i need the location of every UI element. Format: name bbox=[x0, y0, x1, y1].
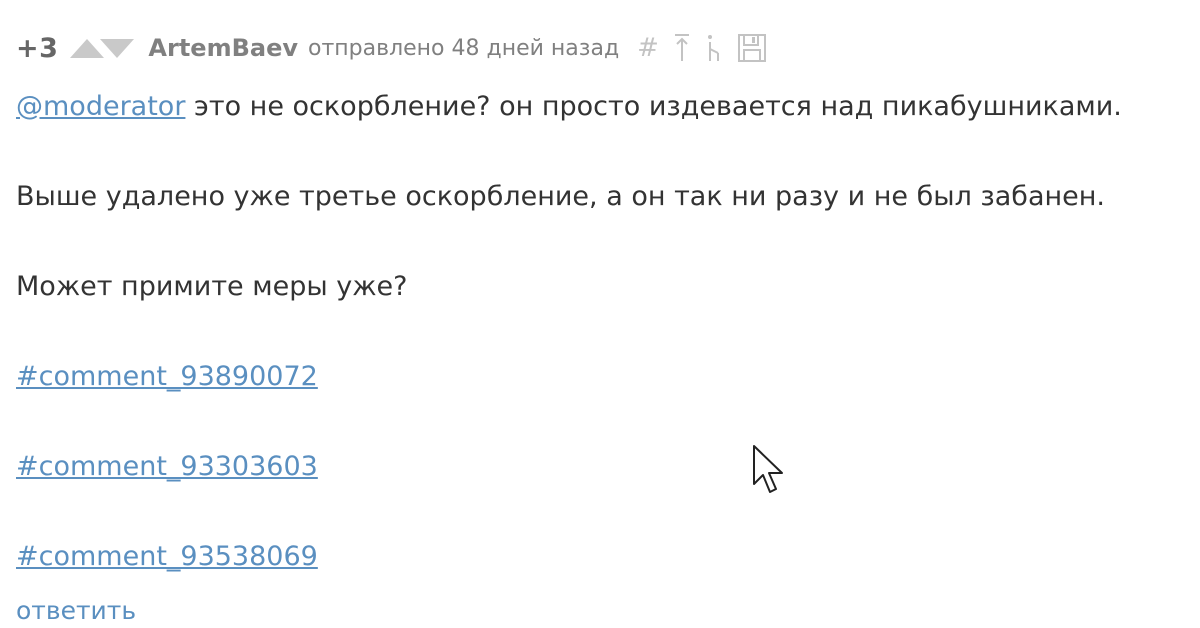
tree-icon[interactable] bbox=[705, 33, 723, 63]
mention-link[interactable]: @moderator bbox=[16, 91, 185, 122]
mouse-cursor-icon bbox=[753, 445, 783, 493]
arrow-up-icon[interactable] bbox=[673, 33, 691, 63]
comment-paragraph: Может примите меры уже? bbox=[16, 271, 408, 302]
comment-text: это не оскорбление? он просто издевается… bbox=[185, 91, 1122, 122]
comment-link[interactable]: #comment_93538069 bbox=[16, 541, 318, 572]
comment-paragraph: @moderator это не оскорбление? он просто… bbox=[16, 92, 1186, 122]
downvote-icon[interactable] bbox=[100, 38, 135, 58]
comment: +3 ArtemBaev отправлено 48 дней назад # bbox=[16, 28, 1186, 626]
comment-header: +3 ArtemBaev отправлено 48 дней назад # bbox=[16, 28, 1186, 68]
hash-icon[interactable]: # bbox=[637, 35, 659, 61]
comment-paragraph: Выше удалено уже третье оскорбление, а о… bbox=[16, 181, 1106, 212]
comment-timestamp: отправлено 48 дней назад bbox=[308, 35, 620, 61]
comment-link[interactable]: #comment_93890072 bbox=[16, 361, 318, 392]
reply-link[interactable]: ответить bbox=[16, 596, 136, 625]
comment-body: @moderator это не оскорбление? он просто… bbox=[16, 92, 1186, 572]
comment-link[interactable]: #comment_93303603 bbox=[16, 451, 318, 482]
save-icon[interactable] bbox=[737, 33, 767, 63]
upvote-icon[interactable] bbox=[70, 38, 105, 58]
comment-score: +3 bbox=[16, 32, 59, 64]
comment-author[interactable]: ArtemBaev bbox=[148, 34, 298, 62]
